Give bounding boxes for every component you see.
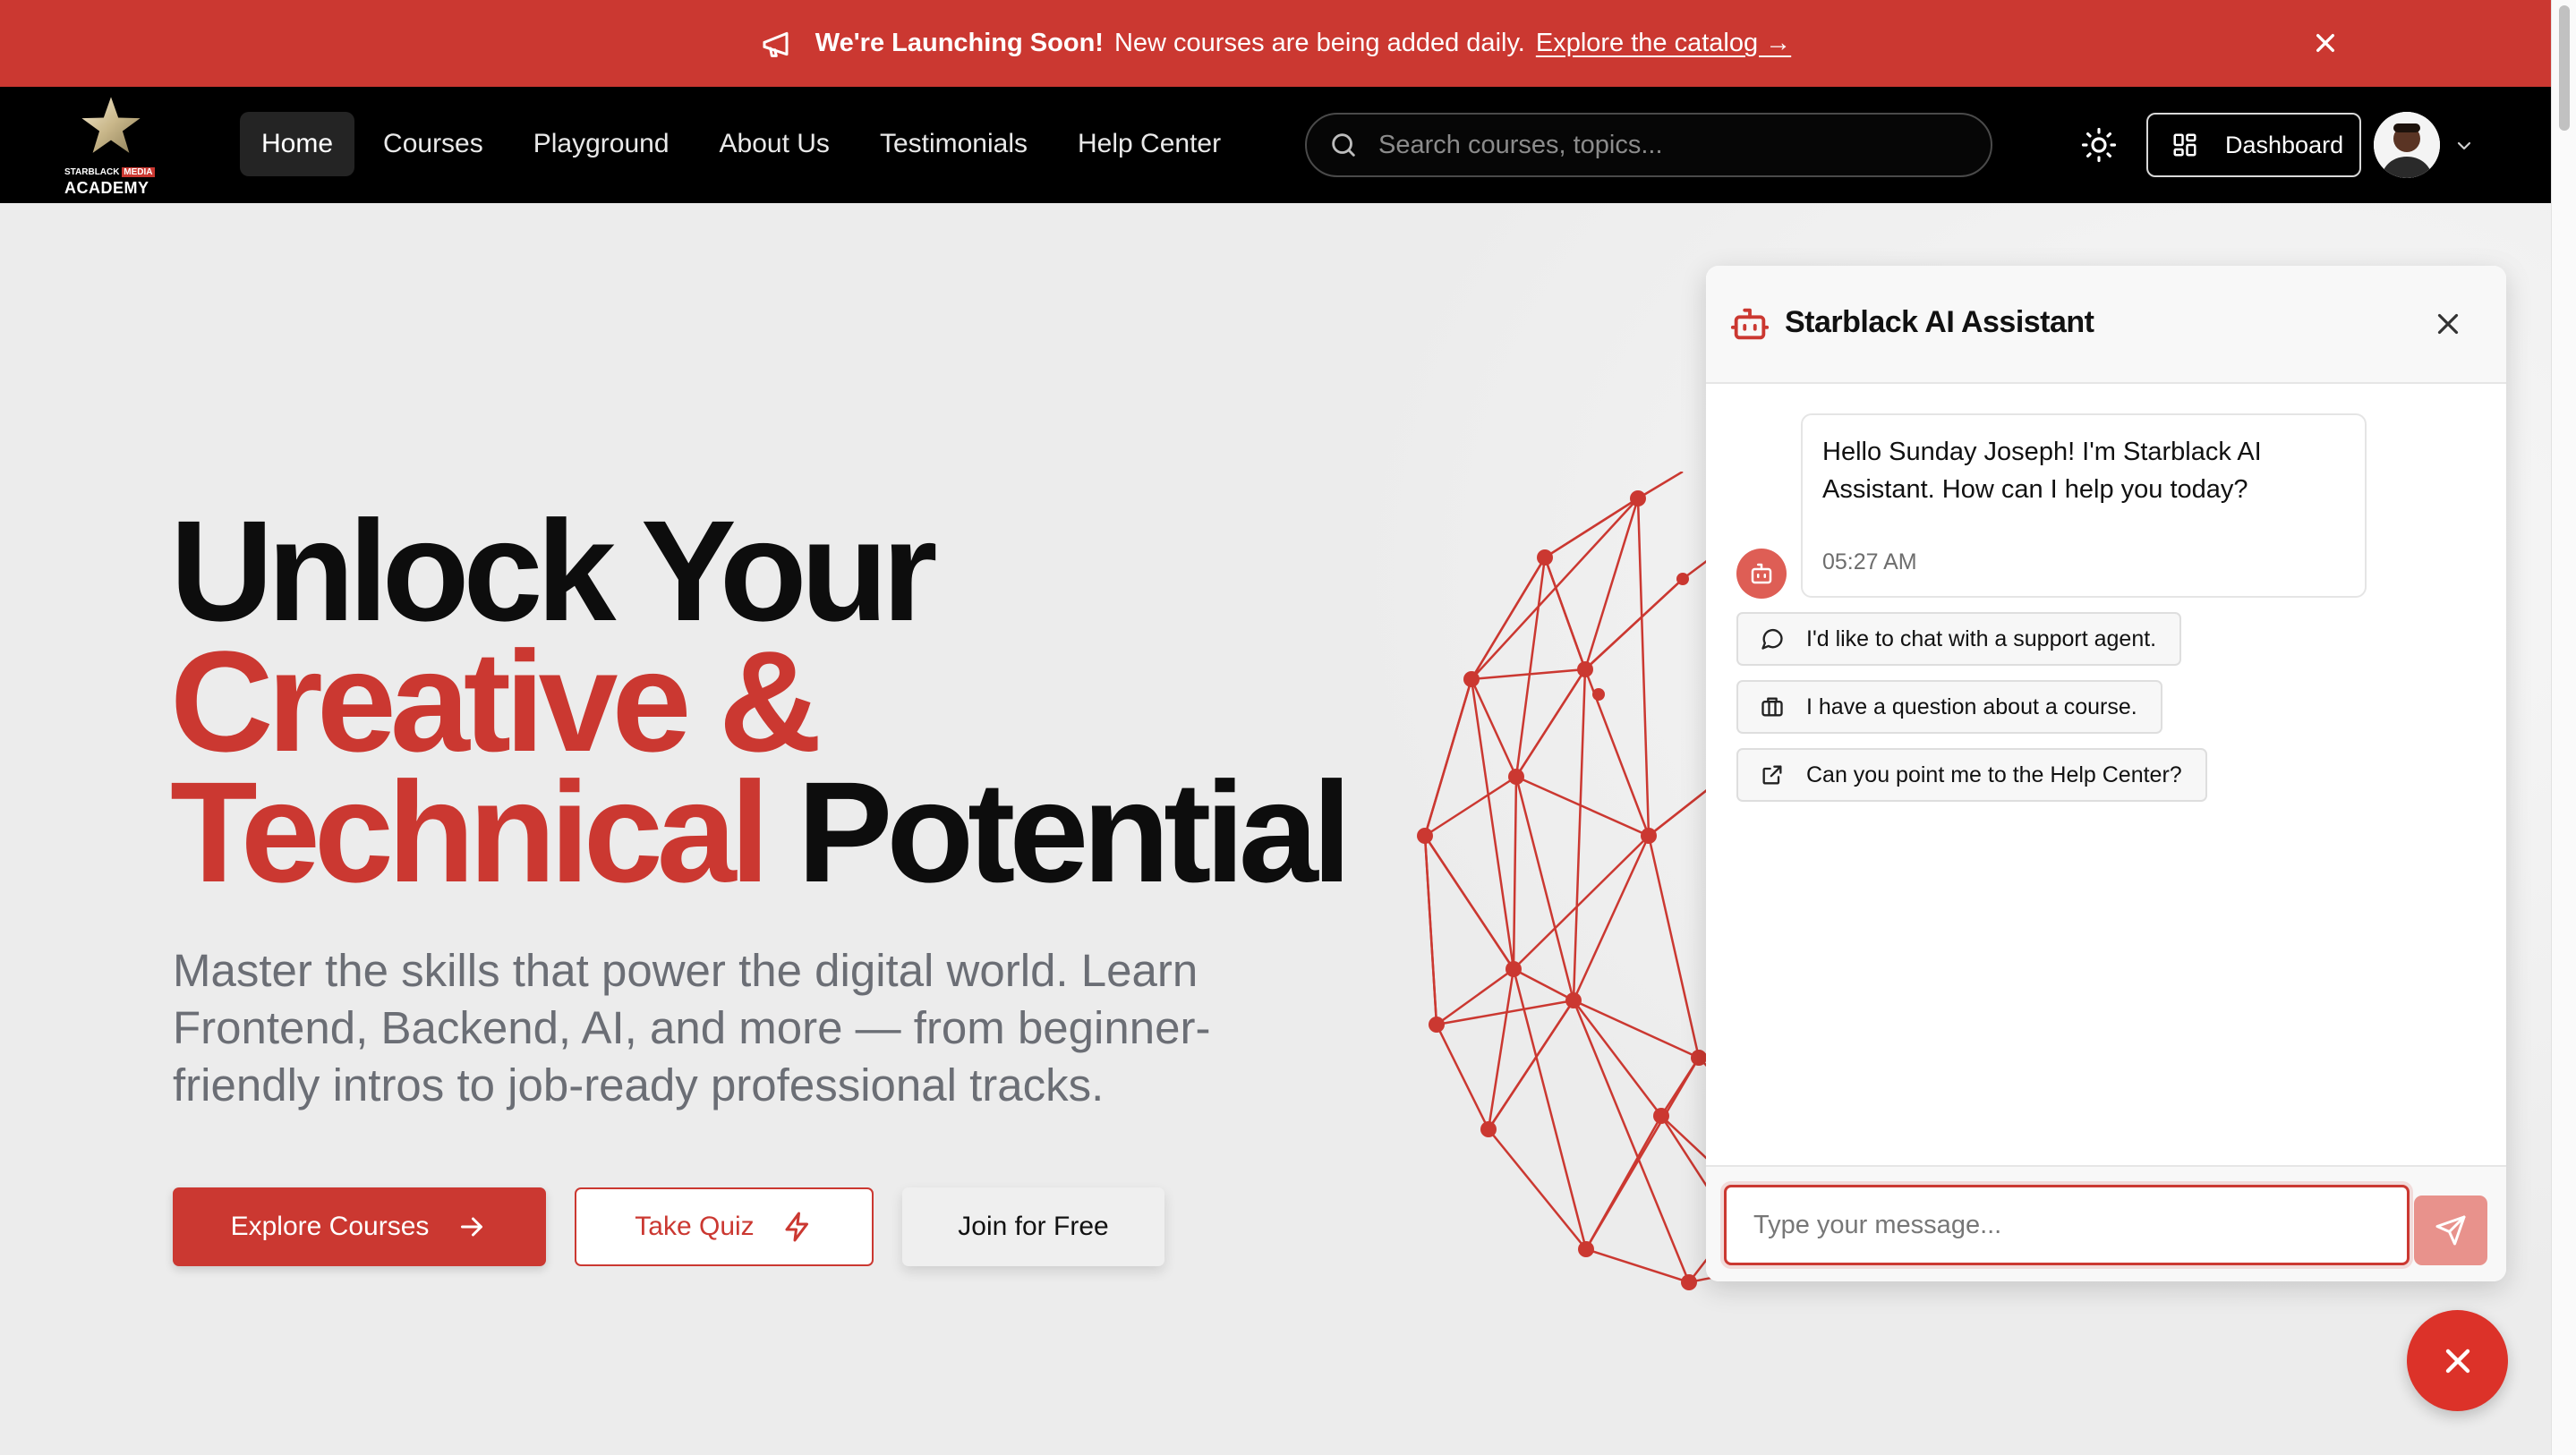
ai-assistant-panel: Starblack AI Assistant Hello Sunday Jose… (1706, 266, 2506, 1281)
hero-heading: Unlock Your Creative & Technical Potenti… (170, 490, 1352, 904)
announcement-banner: We're Launching Soon! New courses are be… (0, 0, 2551, 87)
send-icon (2435, 1215, 2466, 1246)
nav-links: Home Courses Playground About Us Testimo… (240, 112, 1242, 176)
dashboard-label: Dashboard (2225, 131, 2344, 158)
search-input[interactable]: Search courses, topics... (1305, 113, 1992, 177)
chat-close-icon[interactable] (2431, 307, 2465, 341)
hero-line-2: Creative & (170, 621, 822, 781)
banner-close-button[interactable] (2307, 25, 2343, 61)
nav-link-courses[interactable]: Courses (362, 112, 505, 176)
close-icon (2445, 1349, 2469, 1373)
banner-text: New courses are being added daily. (1113, 29, 1525, 57)
message-circle-icon (1761, 628, 1783, 650)
message-timestamp: 05:27 AM (1822, 549, 1917, 574)
external-link-icon (1762, 765, 1782, 785)
assistant-avatar (1736, 549, 1787, 599)
join-for-free-button[interactable]: Join for Free (902, 1187, 1164, 1266)
suggestion-support-agent-label: I'd like to chat with a support agent. (1806, 625, 2157, 651)
take-quiz-button[interactable]: Take Quiz (575, 1187, 874, 1266)
user-photo-icon (2374, 112, 2440, 178)
page-scrollbar[interactable] (2551, 0, 2576, 1455)
logo-top-text-b: MEDIA (122, 167, 155, 177)
banner-message: We're Launching Soon! New courses are be… (760, 26, 1791, 62)
hero-word-technical: Technical (170, 752, 770, 912)
nav-link-home[interactable]: Home (240, 112, 355, 176)
chevron-down-icon[interactable] (2453, 135, 2475, 157)
academy-logo[interactable]: STARBLACK MEDIA ACADEMY (61, 96, 161, 197)
nav-link-about-us[interactable]: About Us (698, 112, 851, 176)
send-button[interactable] (2414, 1195, 2487, 1265)
star-logo-icon (81, 97, 141, 153)
sun-icon[interactable] (2080, 126, 2118, 164)
search-placeholder: Search courses, topics... (1378, 130, 1663, 159)
nav-link-help-center[interactable]: Help Center (1056, 112, 1242, 176)
logo-bottom-text: ACADEMY (64, 179, 149, 197)
bot-avatar-icon (1751, 563, 1772, 584)
explore-courses-button[interactable]: Explore Courses (173, 1187, 546, 1266)
briefcase-icon (1761, 697, 1783, 717)
user-avatar[interactable] (2374, 112, 2440, 178)
chat-composer: Type your message... (1706, 1165, 2506, 1281)
lightning-icon (785, 1212, 808, 1242)
hero-word-potential: Potential (797, 752, 1352, 912)
arrow-right-icon (461, 1217, 483, 1237)
banner-catalog-link[interactable]: Explore the catalog → (1536, 29, 1791, 58)
hero-line-3: Technical Potential (170, 761, 1352, 904)
chat-header: Starblack AI Assistant (1706, 266, 2506, 384)
suggestion-course-question-label: I have a question about a course. (1806, 693, 2137, 719)
assistant-message-bubble: Hello Sunday Joseph! I'm Starblack AI As… (1801, 413, 2367, 598)
search-icon (1332, 133, 1355, 157)
hero-line-1: Unlock Your (170, 490, 938, 651)
suggestion-help-center[interactable]: Can you point me to the Help Center? (1736, 748, 2207, 802)
explore-courses-label: Explore Courses (230, 1212, 430, 1241)
suggestion-course-question[interactable]: I have a question about a course. (1736, 680, 2162, 734)
chat-message-input[interactable]: Type your message... (1724, 1185, 2410, 1265)
dashboard-button[interactable]: Dashboard (2146, 113, 2361, 177)
take-quiz-label: Take Quiz (635, 1212, 755, 1241)
suggestion-support-agent[interactable]: I'd like to chat with a support agent. (1736, 612, 2182, 666)
bot-icon (1730, 308, 1770, 340)
logo-top-text: STARBLACK MEDIA (64, 167, 155, 177)
chat-title: Starblack AI Assistant (1785, 305, 2094, 339)
nav-link-playground[interactable]: Playground (512, 112, 691, 176)
top-navigation: STARBLACK MEDIA ACADEMY Home Courses Pla… (0, 87, 2551, 203)
close-icon (2316, 34, 2334, 52)
nav-link-testimonials[interactable]: Testimonials (858, 112, 1049, 176)
hero-subtitle: Master the skills that power the digital… (173, 945, 1211, 1110)
banner-title: We're Launching Soon! (815, 29, 1104, 57)
chat-toggle-button[interactable] (2407, 1310, 2508, 1411)
suggestion-help-center-label: Can you point me to the Help Center? (1806, 762, 2182, 787)
logo-top-text-a: STARBLACK (64, 167, 120, 177)
megaphone-icon (763, 31, 789, 57)
scrollbar-thumb[interactable] (2559, 5, 2570, 131)
assistant-message-text: Hello Sunday Joseph! I'm Starblack AI As… (1822, 438, 2262, 504)
layout-grid-icon (2173, 133, 2196, 157)
